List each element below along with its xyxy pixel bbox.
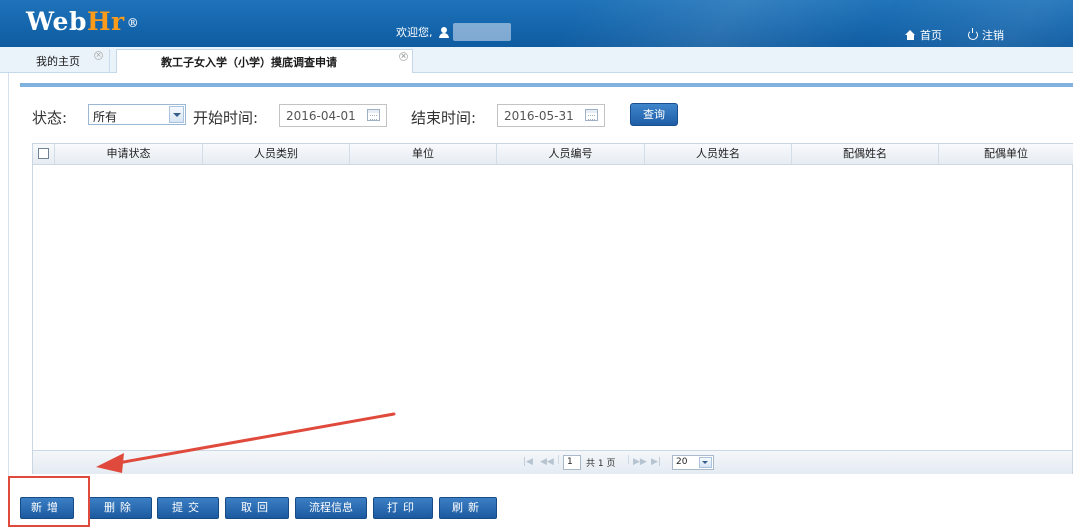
select-all-checkbox[interactable]	[38, 148, 49, 159]
page-number-input[interactable]: 1	[563, 455, 581, 470]
data-grid: 申请状态 人员类别 单位 人员编号 人员姓名 配偶姓名 配偶单位 |◀ ◀◀ |…	[32, 143, 1073, 474]
power-icon	[968, 28, 978, 40]
start-date-field[interactable]: 2016-04-01	[279, 104, 387, 127]
app-header: WebHr ® 欢迎您, 首页 注销	[0, 0, 1073, 47]
print-button[interactable]: 打印	[373, 497, 433, 519]
page-total: 共 1 页	[586, 459, 616, 469]
tab-label: 教工子女入学（小学）摸底调查申请	[161, 55, 337, 69]
tab-label: 我的主页	[36, 55, 80, 68]
delete-button[interactable]: 删除	[88, 497, 152, 519]
panel-title-bar	[20, 83, 1073, 87]
username-redacted	[452, 23, 511, 41]
logout-link[interactable]: 注销	[968, 27, 1004, 43]
prev-page-icon[interactable]: ◀◀	[540, 457, 554, 467]
home-icon	[905, 30, 916, 40]
annotation-highlight-box	[8, 476, 90, 527]
status-label: 状态:	[32, 109, 68, 127]
app-logo: WebHr ®	[26, 7, 140, 36]
column-header[interactable]: 人员姓名	[645, 144, 792, 164]
next-page-icon[interactable]: ▶▶	[633, 457, 647, 467]
left-border	[8, 73, 9, 527]
pagination-bar: |◀ ◀◀ | 1 共 1 页 | ▶▶ ▶| 20	[33, 450, 1072, 474]
column-header[interactable]: 单位	[350, 144, 497, 164]
column-header[interactable]: 人员编号	[497, 144, 645, 164]
withdraw-button[interactable]: 取回	[225, 497, 289, 519]
end-date-label: 结束时间:	[411, 109, 477, 127]
column-header[interactable]: 人员类别	[203, 144, 350, 164]
filter-bar: 状态: 所有 开始时间: 2016-04-01 结束时间: 2016-05-31…	[32, 103, 732, 129]
grid-header: 申请状态 人员类别 单位 人员编号 人员姓名 配偶姓名 配偶单位	[33, 144, 1073, 165]
submit-button[interactable]: 提交	[157, 497, 219, 519]
first-page-icon[interactable]: |◀	[523, 457, 533, 467]
calendar-icon[interactable]	[367, 109, 380, 121]
close-icon[interactable]: ×	[94, 51, 103, 60]
chevron-down-icon[interactable]	[169, 106, 184, 123]
grid-body	[33, 165, 1072, 450]
start-date-label: 开始时间:	[193, 109, 259, 127]
user-icon	[438, 26, 449, 38]
last-page-icon[interactable]: ▶|	[651, 457, 661, 467]
page-size-select[interactable]: 20	[672, 455, 714, 470]
query-button[interactable]: 查询	[630, 103, 678, 126]
refresh-button[interactable]: 刷新	[439, 497, 497, 519]
end-date-field[interactable]: 2016-05-31	[497, 104, 605, 127]
pager-separator: |	[627, 455, 631, 465]
home-link[interactable]: 首页	[905, 27, 942, 43]
welcome-message: 欢迎您,	[396, 23, 511, 41]
close-icon[interactable]: ×	[399, 52, 408, 61]
select-all-cell	[33, 144, 55, 164]
flow-info-button[interactable]: 流程信息	[295, 497, 367, 519]
calendar-icon[interactable]	[585, 109, 598, 121]
column-header[interactable]: 配偶单位	[939, 144, 1073, 164]
status-select[interactable]: 所有	[88, 104, 186, 125]
chevron-down-icon[interactable]	[699, 457, 712, 468]
tab-my-home[interactable]: 我的主页 ×	[10, 49, 110, 73]
pager-separator: |	[557, 455, 561, 465]
tab-strip: 我的主页 × 教工子女入学（小学）摸底调查申请 ×	[0, 47, 1073, 73]
welcome-text: 欢迎您,	[396, 26, 433, 39]
tab-enrollment-survey[interactable]: 教工子女入学（小学）摸底调查申请 ×	[116, 49, 413, 73]
action-toolbar: 新增 删除 提交 取回 流程信息 打印 刷新	[20, 497, 580, 520]
column-header[interactable]: 配偶姓名	[792, 144, 939, 164]
column-header[interactable]: 申请状态	[55, 144, 203, 164]
